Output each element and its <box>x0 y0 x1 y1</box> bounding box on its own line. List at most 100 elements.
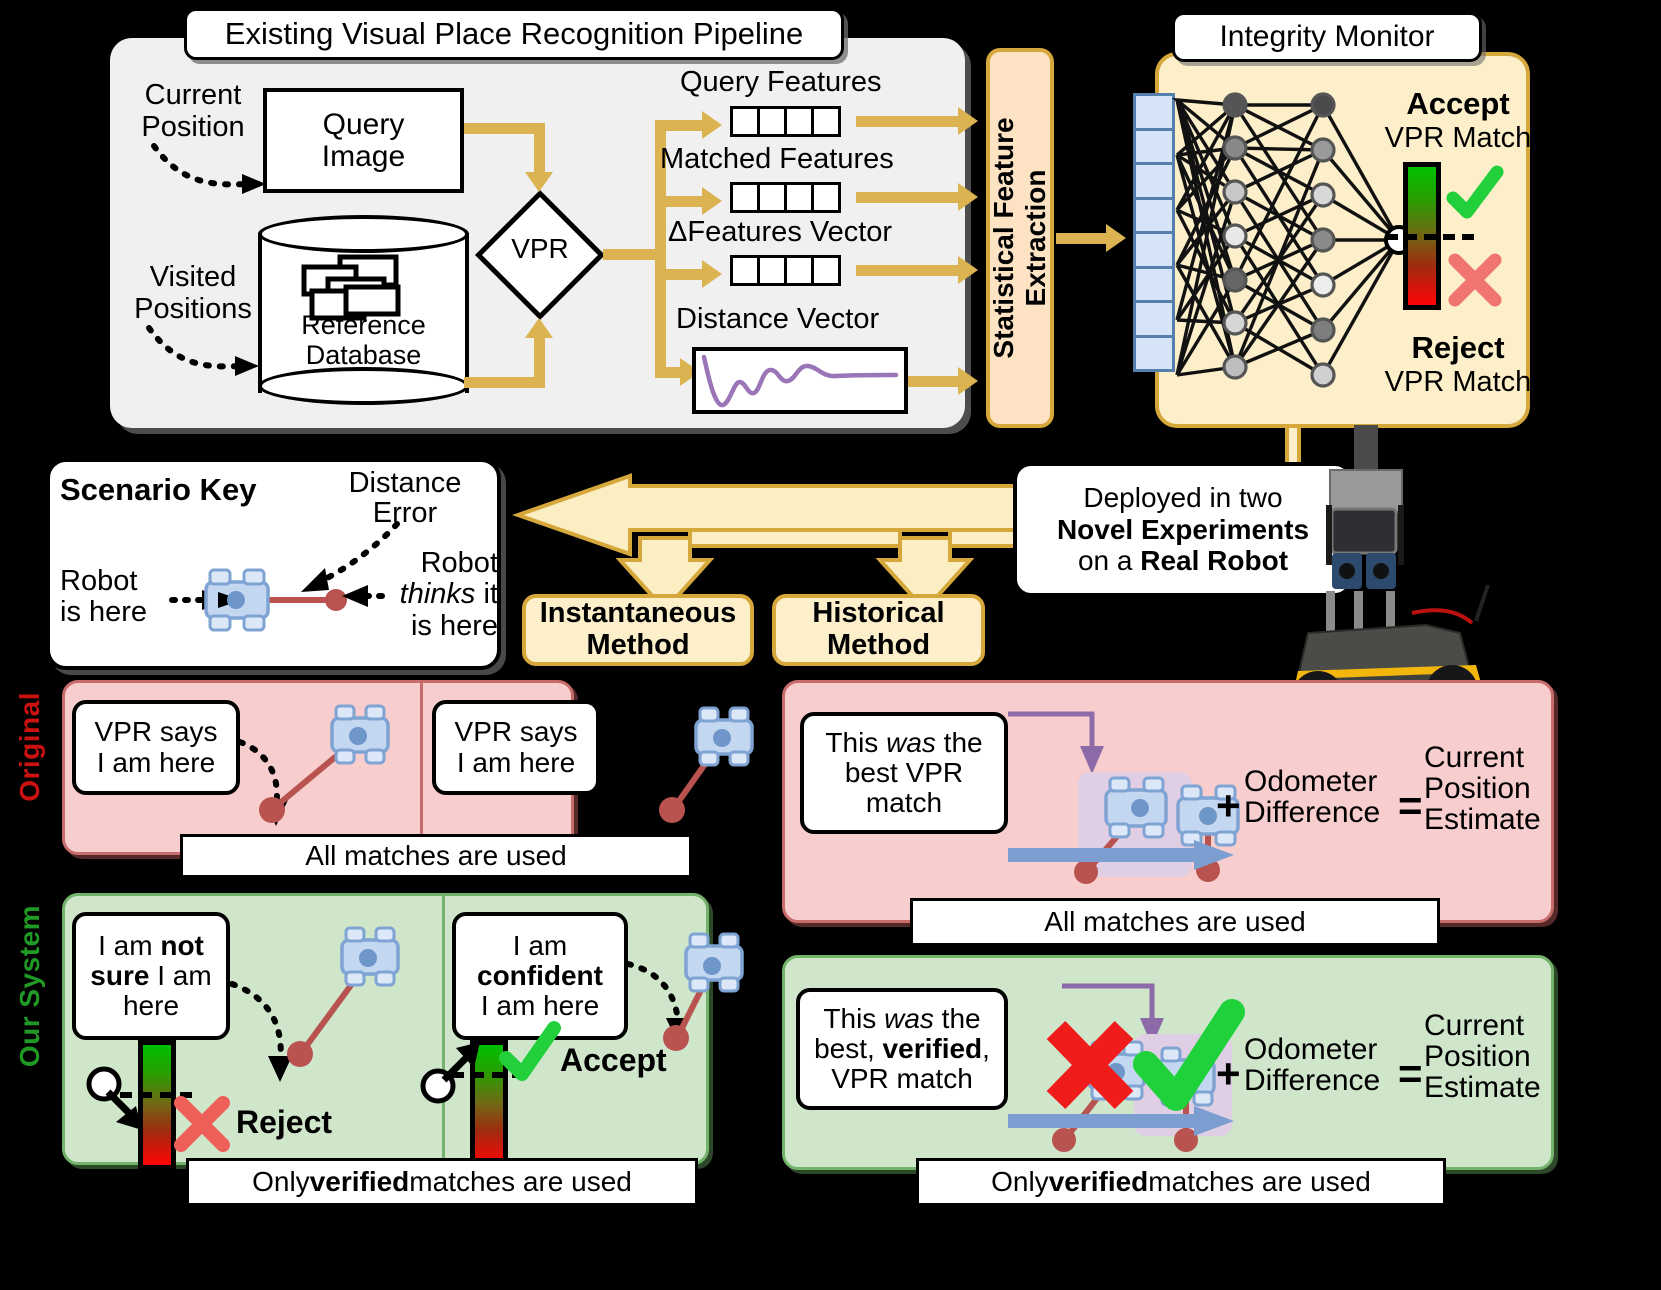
panel-divider <box>442 895 445 1163</box>
original-instantaneous-left-scene <box>259 704 390 823</box>
instantaneous-method-pill[interactable]: Instantaneous Method <box>522 594 754 666</box>
accept-sublabel: VPR Match <box>1384 122 1532 154</box>
position-estimate-original: Current Position Estimate <box>1424 741 1541 837</box>
equals-sign-original: = <box>1398 782 1423 829</box>
speech-vpr-says-right: VPR says I am here <box>432 700 600 795</box>
wire-db-to-vpr-head <box>525 318 553 338</box>
wire-out4-sfe <box>908 376 964 387</box>
vector-cell <box>784 182 814 213</box>
ours-instantaneous-right-scene <box>663 932 744 1051</box>
wire-out1-sfe <box>856 116 964 127</box>
wire-out3-sfe <box>856 265 964 276</box>
current-position-line1: Current <box>144 79 242 111</box>
caption-ours-instantaneous: Only verified matches are used <box>186 1158 698 1206</box>
deployment-line3-bold: Real Robot <box>1140 545 1289 577</box>
visited-positions-arrow <box>146 325 259 376</box>
caption-original-historical: All matches are used <box>910 898 1440 946</box>
speech-line2: best VPR <box>844 756 964 788</box>
robot-is-here-label: Robot is here <box>60 565 180 629</box>
current-position-arrow <box>151 143 266 194</box>
needle-marker-reject <box>86 1066 142 1130</box>
input-cell <box>1133 127 1175 165</box>
original-instantaneous-right-scene <box>659 706 754 823</box>
speech-line1: This was the <box>823 1002 981 1034</box>
visited-positions-line2: Positions <box>134 292 252 325</box>
branch-1-head <box>702 111 722 139</box>
delta-features-vector <box>730 255 841 286</box>
wire-out3-sfe-head <box>958 256 978 284</box>
reference-database-node: Reference Database <box>258 215 469 405</box>
row-label-original: Original <box>14 692 45 802</box>
robot-thinks-italic: thinks <box>399 578 476 611</box>
distance-error-line1: Distance <box>348 467 462 499</box>
reject-label: Reject <box>1411 330 1505 365</box>
robot-thinks-rest: it <box>475 578 498 611</box>
visited-positions-line1: Visited <box>149 261 237 293</box>
row-label-our-system: Our System <box>14 905 45 1068</box>
output-label-query-features: Query Features <box>680 66 882 98</box>
vector-cell <box>730 182 760 213</box>
robot-is-here-line1: Robot <box>60 565 138 597</box>
odometer-difference-ours: Odometer Difference <box>1244 1033 1381 1098</box>
robot-is-here-line2: is here <box>60 596 148 629</box>
threshold-dashes <box>1386 234 1474 240</box>
branch-3 <box>655 269 709 280</box>
robot-thinks-line2: thinks it <box>386 579 498 610</box>
reject-text-group: Reject VPR Match <box>1383 330 1533 399</box>
query-image-line1: Query <box>322 108 405 141</box>
instantaneous-method-line1: Instantaneous <box>539 597 737 630</box>
integrity-monitor-title: Integrity Monitor <box>1172 12 1482 62</box>
speech-confident: I am confident I am here <box>452 912 628 1040</box>
wire-db-to-vpr-h <box>464 377 545 388</box>
wire-query-to-vpr-head <box>525 172 553 192</box>
vector-cell <box>811 106 841 137</box>
cross-icon <box>1448 253 1502 307</box>
caption-original-instantaneous: All matches are used <box>180 834 692 878</box>
output-label-matched-features: Matched Features <box>660 143 894 175</box>
query-image-line2: Image <box>321 139 406 173</box>
cross-icon <box>174 1096 230 1152</box>
vpr-label: VPR <box>511 233 569 264</box>
historical-method-pill[interactable]: Historical Method <box>772 594 985 666</box>
wire-sfe-to-nn-head <box>1106 224 1126 252</box>
query-image-node: Query Image <box>263 88 464 193</box>
reference-db-line2: Database <box>305 340 422 371</box>
ours-instantaneous-left-scene <box>287 926 400 1067</box>
speech-line1: VPR says <box>94 716 218 748</box>
deployment-line1: Deployed in two <box>1083 482 1283 514</box>
wire-out2-sfe-head <box>958 183 978 211</box>
position-estimate-ours: Current Position Estimate <box>1424 1009 1541 1105</box>
reject-text: Reject <box>236 1104 333 1140</box>
current-position-line2: Position <box>141 110 245 143</box>
vector-cell <box>730 255 760 286</box>
speech-line3: match <box>865 787 943 819</box>
check-icon <box>1446 165 1504 219</box>
robot-thinks-line3: is here <box>410 609 498 642</box>
statistical-feature-extraction-node: Statistical Feature Extraction <box>986 48 1054 428</box>
cross-icon <box>1046 1020 1134 1110</box>
vector-cell <box>784 255 814 286</box>
wire-query-to-vpr-h <box>464 123 540 134</box>
speech-line2: I am here <box>96 746 216 778</box>
plus-sign-original: + <box>1216 782 1241 829</box>
vector-cell <box>811 182 841 213</box>
robot-thinks-label: Robot thinks it is here <box>386 547 498 642</box>
odometry-progress-arrow-ours <box>1008 1106 1234 1136</box>
branch-2 <box>655 196 709 207</box>
historical-method-line1: Historical <box>812 597 945 630</box>
speech-best-verified-vpr-match: This was the best, verified, VPR match <box>796 988 1008 1110</box>
speech-line2: confident <box>477 959 603 991</box>
historical-method-line2: Method <box>826 629 931 661</box>
robot-thinks-line1: Robot <box>420 547 498 579</box>
input-cell <box>1133 162 1175 200</box>
sfe-line1: Statistical Feature <box>987 117 1019 359</box>
instantaneous-method-line2: Method <box>586 629 690 661</box>
vector-cell <box>757 106 787 137</box>
stacked-images-icon <box>301 254 401 321</box>
vpr-node: VPR <box>474 189 606 321</box>
wire-db-to-vpr-v <box>534 336 545 388</box>
caption-ours-historical: Only verified matches are used <box>916 1158 1446 1206</box>
check-icon <box>499 1021 561 1081</box>
real-robot-photo <box>1290 425 1490 723</box>
wire-out1-sfe-head <box>958 107 978 135</box>
